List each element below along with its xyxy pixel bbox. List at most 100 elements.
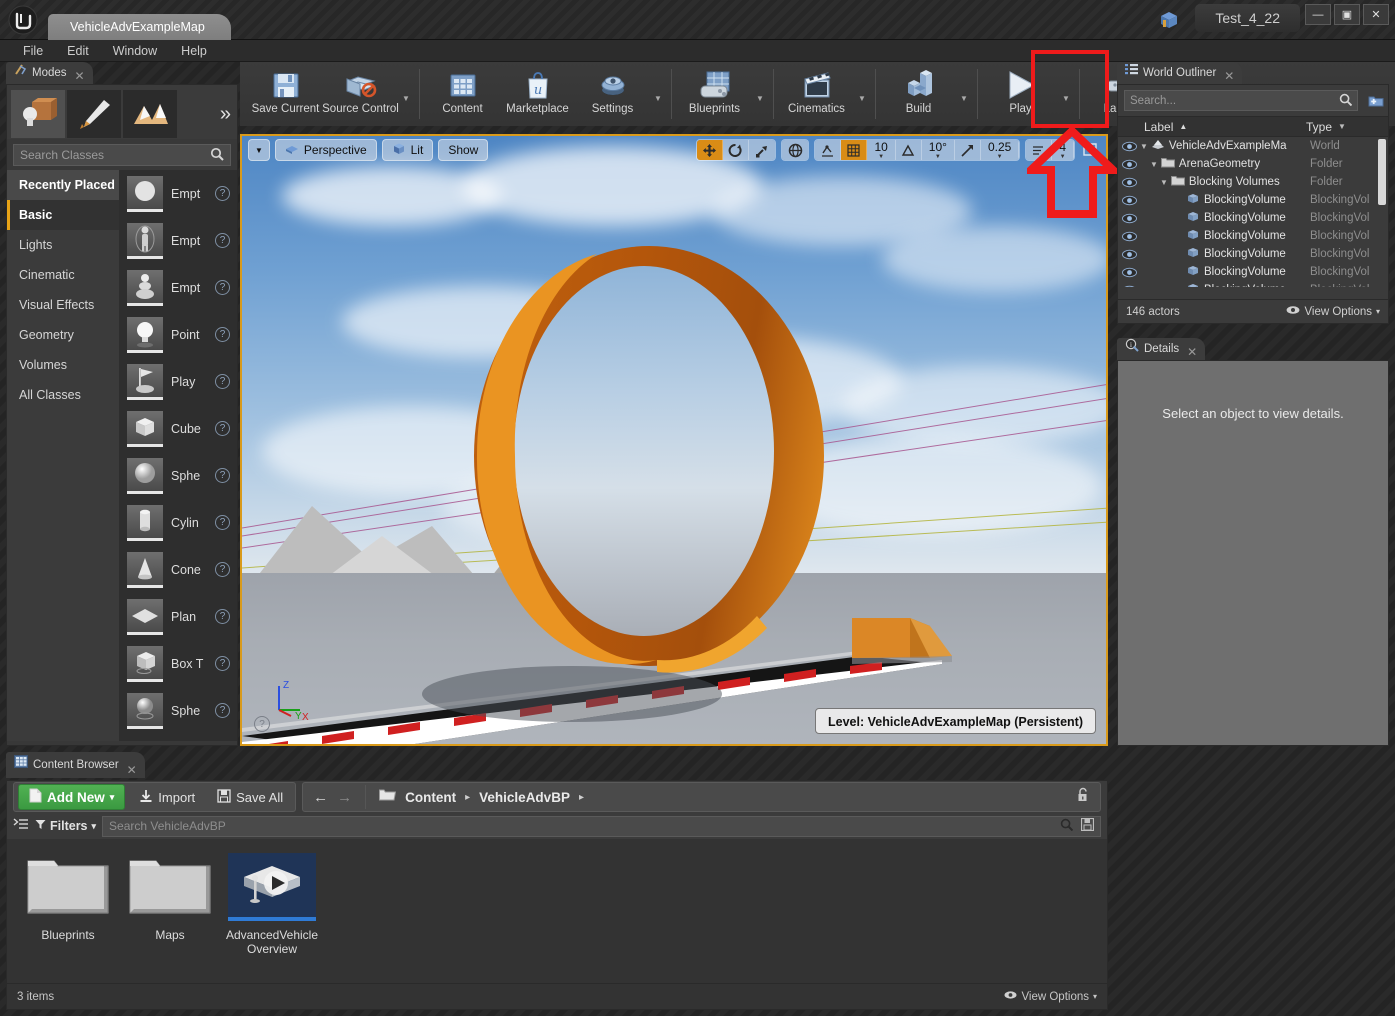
forward-button[interactable]: → (337, 789, 352, 806)
save-search-icon[interactable] (1080, 817, 1095, 834)
angle-snap-icon[interactable] (895, 140, 922, 160)
eye-icon[interactable] (1118, 213, 1140, 224)
outliner-search-input[interactable]: Search... (1124, 90, 1358, 111)
toolbar-content[interactable]: Content (425, 62, 500, 126)
question-icon[interactable]: ? (215, 703, 230, 718)
table-row[interactable]: BlockingVolume BlockingVol (1118, 209, 1388, 227)
question-icon[interactable]: ? (215, 609, 230, 624)
outliner-view-options-button[interactable]: View Options ▾ (1286, 305, 1380, 318)
back-button[interactable]: ← (313, 789, 328, 806)
question-icon[interactable]: ? (215, 468, 230, 483)
filters-button[interactable]: Filters ▾ (35, 819, 96, 833)
asset-item-advancedvehicle-overview[interactable]: AdvancedVehicle Overview (223, 853, 321, 956)
list-item[interactable]: Cube ? (119, 405, 237, 452)
question-icon[interactable]: ? (215, 374, 230, 389)
add-new-button[interactable]: Add New ▾ (18, 784, 126, 810)
cinematics-dropdown-arrow[interactable]: ▼ (854, 62, 870, 126)
breadcrumb-separator[interactable]: ▸ (579, 792, 584, 803)
close-button[interactable]: ✕ (1363, 4, 1389, 25)
settings-dropdown-arrow[interactable]: ▼ (650, 62, 666, 126)
outliner-scrollbar[interactable] (1378, 139, 1386, 205)
eye-icon[interactable] (1118, 177, 1140, 188)
unreal-logo-icon[interactable] (6, 3, 40, 37)
table-row[interactable]: ▼ ArenaGeometry Folder (1118, 155, 1388, 173)
list-item[interactable]: Sphe ? (119, 687, 237, 734)
asset-item-maps[interactable]: Maps (121, 853, 219, 956)
toolbar-marketplace[interactable]: u Marketplace (500, 62, 575, 126)
table-row[interactable]: BlockingVolume BlockingVol (1118, 263, 1388, 281)
table-row[interactable]: BlockingVolume BlockingVol (1118, 245, 1388, 263)
details-tab[interactable]: i Details ✕ (1117, 338, 1206, 360)
question-icon[interactable]: ? (215, 562, 230, 577)
question-icon[interactable]: ? (215, 186, 230, 201)
list-item[interactable]: Cylin ? (119, 499, 237, 546)
list-item[interactable]: Empt ? (119, 264, 237, 311)
outliner-rows[interactable]: ▼ VehicleAdvExampleMa World ▼ ArenaGeome… (1118, 137, 1388, 287)
category-lights[interactable]: Lights (7, 230, 119, 260)
list-item[interactable]: Plan ? (119, 593, 237, 640)
expander-icon[interactable]: ▼ (1140, 142, 1148, 151)
table-row[interactable]: ▼ Blocking Volumes Folder (1118, 173, 1388, 191)
question-icon[interactable]: ? (215, 280, 230, 295)
editor-build-tab[interactable]: Test_4_22 (1195, 4, 1300, 32)
toolbar-save-current[interactable]: Save Current (248, 62, 323, 126)
table-row[interactable]: BlockingVolume BlockingVol (1118, 227, 1388, 245)
place-mode-button[interactable] (11, 90, 65, 138)
search-classes-input[interactable]: Search Classes (13, 144, 231, 166)
breadcrumb-content[interactable]: Content (405, 790, 456, 805)
add-folder-icon[interactable] (1364, 94, 1388, 108)
import-button[interactable]: Import (131, 784, 203, 810)
surface-snap-icon[interactable] (815, 140, 842, 160)
menu-window[interactable]: Window (102, 42, 168, 60)
expander-icon[interactable]: ▼ (1150, 160, 1158, 169)
modes-overflow-button[interactable]: » (220, 103, 231, 126)
eye-icon[interactable] (1118, 231, 1140, 242)
category-geometry[interactable]: Geometry (7, 320, 119, 350)
scale-tool-button[interactable] (749, 140, 776, 160)
landscape-mode-button[interactable] (123, 90, 177, 138)
grid-snap-value[interactable]: 10 ▼ (867, 140, 896, 160)
content-search-input[interactable]: Search VehicleAdvBP (102, 815, 1101, 837)
toolbar-blueprints[interactable]: Blueprints (677, 62, 752, 126)
asset-item-blueprints[interactable]: Blueprints (19, 853, 117, 956)
category-visual-effects[interactable]: Visual Effects (7, 290, 119, 320)
unlock-icon[interactable] (1076, 787, 1090, 808)
eye-icon[interactable] (1118, 285, 1140, 287)
toolbar-cinematics[interactable]: Cinematics (779, 62, 854, 126)
scale-snap-icon[interactable] (954, 140, 981, 160)
menu-file[interactable]: File (12, 42, 54, 60)
category-basic[interactable]: Basic (7, 200, 119, 230)
level-viewport[interactable]: ▼ Perspective Lit Show 10 ▼ 10° ▼ 0.25 ▼… (240, 134, 1108, 746)
category-recently-placed[interactable]: Recently Placed (7, 170, 119, 200)
category-volumes[interactable]: Volumes (7, 350, 119, 380)
asset-grid[interactable]: Blueprints Maps AdvancedVehicle Overview (7, 839, 1107, 970)
outliner-col-type[interactable]: Type (1306, 120, 1332, 134)
maximize-viewport-icon[interactable] (1080, 143, 1100, 157)
show-menu-button[interactable]: Show (438, 139, 489, 161)
list-item[interactable]: Cone ? (119, 546, 237, 593)
menu-edit[interactable]: Edit (56, 42, 100, 60)
category-all-classes[interactable]: All Classes (7, 380, 119, 410)
source-control-dropdown-arrow[interactable]: ▼ (398, 62, 414, 126)
world-outliner-tab[interactable]: World Outliner ✕ (1117, 62, 1243, 84)
table-row[interactable]: ▼ VehicleAdvExampleMa World (1118, 137, 1388, 155)
sort-ascending-icon[interactable]: ▲ (1179, 122, 1187, 131)
content-view-options-button[interactable]: View Options ▾ (1004, 990, 1097, 1003)
filter-icon[interactable]: ▼ (1338, 122, 1346, 131)
sources-toggle-icon[interactable] (13, 817, 29, 836)
toolbar-play[interactable]: Play (983, 62, 1058, 126)
list-item[interactable]: Empt ? (119, 217, 237, 264)
eye-icon[interactable] (1118, 249, 1140, 260)
minimize-button[interactable]: — (1305, 4, 1331, 25)
eye-icon[interactable] (1118, 195, 1140, 206)
toolbar-settings[interactable]: Settings (575, 62, 650, 126)
list-item[interactable]: Sphe ? (119, 452, 237, 499)
camera-speed-icon[interactable] (1026, 140, 1053, 160)
placeable-items-list[interactable]: Empt ? Empt ? Empt ? Point ? Play ? Cube… (119, 170, 237, 741)
content-browser-tab[interactable]: Content Browser ✕ (6, 752, 145, 778)
question-icon[interactable]: ? (215, 233, 230, 248)
paint-mode-button[interactable] (67, 90, 121, 138)
angle-snap-value[interactable]: 10° ▼ (921, 140, 955, 160)
eye-icon[interactable] (1118, 141, 1140, 152)
category-cinematic[interactable]: Cinematic (7, 260, 119, 290)
